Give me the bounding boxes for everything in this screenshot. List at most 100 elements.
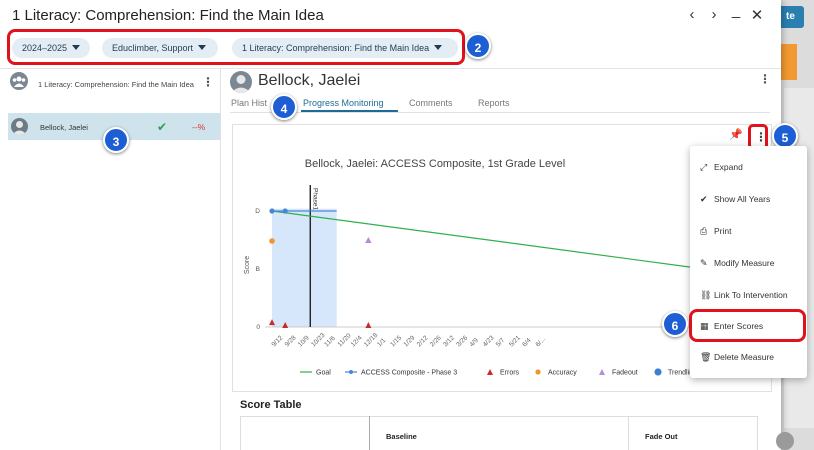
x-tick-label: 3/12 (442, 334, 456, 348)
minimize-icon[interactable]: _ (728, 2, 744, 19)
table-header-fadeout: Fade Out (645, 432, 678, 441)
avatar (11, 118, 28, 135)
scroll-handle[interactable] (776, 432, 794, 450)
y-tick-label: 0 (256, 324, 260, 331)
print-icon: ⎙ (700, 226, 708, 236)
y-tick-label: D (255, 208, 260, 215)
legend-label: ACCESS Composite - Phase 3 (361, 370, 457, 377)
menu-item-expand[interactable]: ⤢ Expand (700, 162, 743, 173)
x-tick-label: 9/28 (284, 334, 298, 348)
chevron-down-icon (434, 45, 443, 50)
double-check-icon: ✔ (700, 194, 708, 204)
legend-label: Accuracy (548, 370, 577, 377)
menu-item-delete-measure[interactable]: 🗑 Delete Measure (700, 352, 774, 363)
chevron-down-icon (72, 45, 81, 50)
menu-item-label: Delete Measure (714, 352, 775, 362)
tab-reports[interactable]: Reports (478, 98, 510, 108)
x-tick-label: 1/29 (402, 334, 416, 348)
tab-comments[interactable]: Comments (409, 98, 453, 108)
x-tick-label: 9/12 (270, 334, 284, 348)
legend-label: Errors (500, 370, 520, 377)
legend-swatch (599, 369, 605, 375)
x-tick-label: 11/20 (336, 332, 352, 348)
student-menu-icon[interactable]: ⋮ (759, 72, 771, 86)
avatar (230, 71, 252, 93)
menu-item-print[interactable]: ⎙ Print (700, 226, 731, 237)
expand-icon: ⤢ (700, 162, 708, 172)
x-tick-label: 12/18 (363, 332, 380, 349)
baseline-shade (272, 208, 337, 327)
legend-swatch (654, 368, 662, 376)
x-tick-label: 2/26 (429, 334, 443, 348)
legend-swatch (535, 369, 541, 375)
student-percent: --% (192, 122, 206, 132)
phase-label: Phase1 (311, 188, 318, 210)
menu-item-link-intervention[interactable]: ⛓ Link To Intervention (700, 290, 788, 301)
trash-icon: 🗑 (700, 352, 712, 362)
x-tick-label: 6/... (534, 336, 547, 349)
plan-filter-label: 1 Literacy: Comprehension: Find the Main… (242, 43, 430, 53)
tab-plan-history[interactable]: Plan Hist (231, 98, 267, 108)
tab-progress-monitoring[interactable]: Progress Monitoring (303, 98, 384, 108)
composite-point (269, 208, 275, 214)
table-divider (369, 416, 370, 450)
year-filter[interactable]: 2024–2025 (12, 38, 90, 58)
next-icon[interactable]: › (706, 6, 722, 23)
y-axis-label: Score (244, 256, 251, 274)
fadeout-point (365, 237, 372, 243)
group-label[interactable]: 1 Literacy: Comprehension: Find the Main… (38, 75, 198, 95)
x-tick-label: 10/23 (310, 332, 327, 349)
x-tick-label: 4/9 (468, 337, 480, 349)
table-header-baseline: Baseline (386, 432, 417, 441)
legend-swatch (349, 370, 353, 374)
x-tick-label: 5/7 (495, 337, 507, 349)
legend-label: Goal (316, 370, 331, 377)
legend-label: Fadeout (612, 370, 638, 377)
group-menu-icon[interactable]: ⋮ (202, 75, 214, 89)
chart-title: Bellock, Jaelei: ACCESS Composite, 1st G… (305, 158, 565, 170)
error-point (365, 322, 372, 328)
menu-item-label: Modify Measure (714, 258, 775, 268)
step-badge-3: 3 (103, 127, 129, 153)
legend-swatch (487, 369, 493, 375)
x-tick-label: 4/23 (482, 334, 496, 348)
x-tick-label: 12/4 (350, 334, 364, 348)
x-tick-label: 10/9 (297, 334, 311, 348)
tabs-divider (230, 112, 770, 113)
x-tick-label: 6/4 (521, 337, 533, 349)
score-table (240, 416, 758, 450)
accuracy-point (269, 238, 275, 244)
staff-filter[interactable]: Educlimber, Support (102, 38, 218, 58)
close-icon[interactable]: ✕ (749, 6, 765, 24)
x-tick-label: 2/12 (416, 334, 430, 348)
edit-icon: ✎ (700, 258, 708, 268)
composite-point (282, 208, 288, 214)
y-tick-label: B (256, 266, 260, 273)
plan-filter[interactable]: 1 Literacy: Comprehension: Find the Main… (232, 38, 458, 58)
menu-item-label: Print (714, 226, 732, 236)
menu-item-modify-measure[interactable]: ✎ Modify Measure (700, 258, 774, 269)
step-badge-2: 2 (465, 33, 491, 59)
menu-item-label: Expand (714, 162, 743, 172)
student-name: Bellock, Jaelei (40, 123, 88, 132)
pin-icon[interactable]: 📌 (729, 128, 743, 141)
x-tick-label: 3/26 (455, 334, 469, 348)
background-orange-button (779, 44, 797, 80)
check-icon: ✔ (157, 120, 168, 134)
active-tab-indicator (301, 110, 398, 112)
chart-menu-icon[interactable]: ⋮ (755, 130, 767, 144)
step-badge-6: 6 (662, 311, 688, 337)
staff-filter-label: Educlimber, Support (112, 43, 194, 53)
x-tick-label: 1/1 (376, 337, 388, 349)
menu-item-show-all-years[interactable]: ✔ Show All Years (700, 194, 770, 205)
student-title: Bellock, Jaelei (258, 72, 361, 89)
year-filter-label: 2024–2025 (22, 43, 68, 53)
prev-icon[interactable]: ‹ (684, 6, 700, 23)
menu-item-label: Link To Intervention (714, 290, 788, 300)
modal-title: 1 Literacy: Comprehension: Find the Main… (12, 7, 324, 24)
x-tick-label: 1/15 (389, 334, 403, 348)
step-badge-4: 4 (271, 94, 297, 120)
chevron-down-icon (198, 45, 207, 50)
link-icon: ⛓ (700, 290, 712, 300)
group-icon (10, 72, 28, 90)
